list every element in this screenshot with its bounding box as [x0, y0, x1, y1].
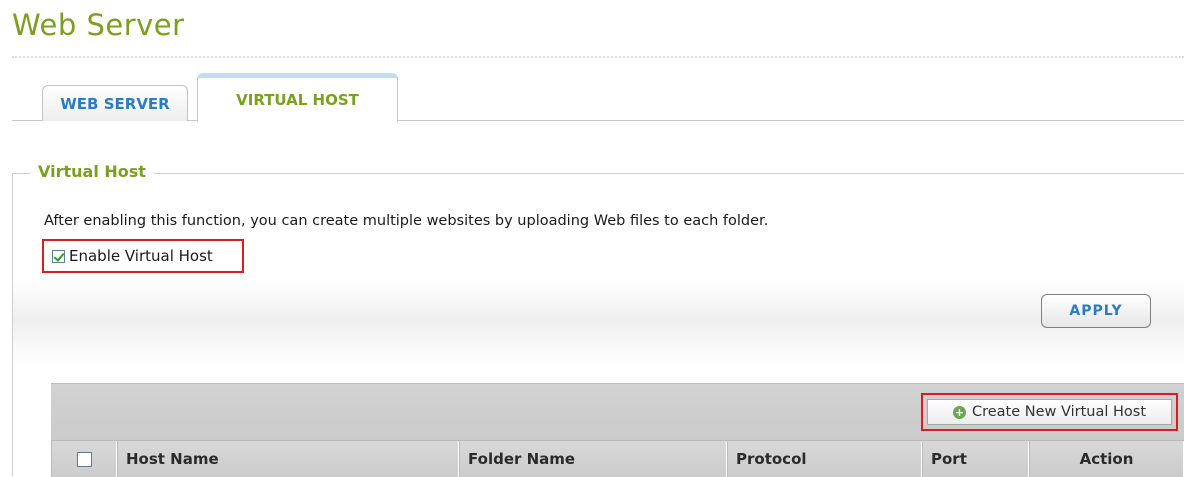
enable-virtual-host-checkbox[interactable]: Enable Virtual Host	[42, 239, 244, 273]
column-port: Port	[922, 441, 1029, 477]
section-legend: Virtual Host	[30, 162, 154, 181]
column-action: Action	[1029, 441, 1184, 477]
create-button-highlight: + Create New Virtual Host	[921, 393, 1178, 431]
column-host-name: Host Name	[117, 441, 459, 477]
background-watermark	[13, 280, 1184, 370]
create-new-virtual-host-button[interactable]: + Create New Virtual Host	[927, 399, 1172, 425]
enable-virtual-host-label: Enable Virtual Host	[69, 247, 213, 265]
select-all-checkbox[interactable]	[76, 451, 92, 467]
table-header: Host Name Folder Name Protocol Port Acti…	[51, 440, 1184, 477]
section-description: After enabling this function, you can cr…	[44, 213, 769, 229]
page-title: Web Server	[12, 8, 185, 42]
title-divider	[12, 56, 1184, 58]
create-button-label: Create New Virtual Host	[971, 404, 1147, 420]
apply-button[interactable]: APPLY	[1041, 294, 1151, 328]
plus-circle-icon: +	[952, 405, 966, 419]
tab-virtual-host[interactable]: VIRTUAL HOST	[197, 73, 398, 122]
checkbox-checked-icon[interactable]	[52, 249, 65, 263]
tab-web-server[interactable]: WEB SERVER	[42, 85, 188, 121]
header-select-all[interactable]	[51, 441, 117, 477]
column-protocol: Protocol	[727, 441, 922, 477]
column-folder-name: Folder Name	[459, 441, 727, 477]
